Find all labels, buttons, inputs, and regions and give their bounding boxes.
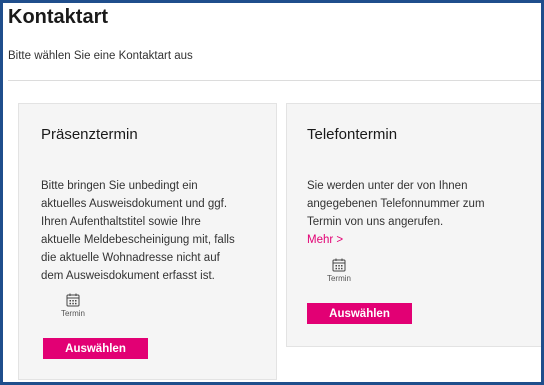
divider xyxy=(8,80,541,81)
card-title: Telefontermin xyxy=(307,126,398,143)
card-title: Präsenztermin xyxy=(41,126,138,143)
description-line: dem Ausweisdokument erfasst ist. xyxy=(41,270,215,282)
calendar-icon xyxy=(66,293,80,307)
description-line: aktuelle Meldebescheinigung mit, falls xyxy=(41,234,235,246)
page-title: Kontaktart xyxy=(8,6,109,28)
page-subtitle: Bitte wählen Sie eine Kontaktart aus xyxy=(8,50,193,62)
description-line: Sie werden unter der von Ihnen xyxy=(307,180,468,192)
description-line: angegebenen Telefonnummer zum xyxy=(307,198,485,210)
description-line: Ihren Aufenthaltstitel sowie Ihre xyxy=(41,216,201,228)
card-presence-appointment[interactable]: Präsenztermin Bitte bringen Sie unbeding… xyxy=(18,103,277,380)
calendar-icon xyxy=(332,258,346,272)
card-description: Bitte bringen Sie unbedingt ein aktuelle… xyxy=(41,177,235,285)
description-line: die aktuelle Wohnadresse nicht auf xyxy=(41,252,220,264)
termin-indicator: Termin xyxy=(319,258,359,283)
termin-label: Termin xyxy=(60,309,85,318)
card-description: Sie werden unter der von Ihnen angegeben… xyxy=(307,177,485,231)
contact-type-panel: Kontaktart Bitte wählen Sie eine Kontakt… xyxy=(0,0,544,385)
more-link[interactable]: Mehr > xyxy=(307,234,343,246)
card-phone-appointment[interactable]: Telefontermin Sie werden unter der von I… xyxy=(286,103,541,347)
select-phone-button[interactable]: Auswählen xyxy=(307,303,412,324)
select-presence-button[interactable]: Auswählen xyxy=(43,338,148,359)
termin-label: Termin xyxy=(326,274,351,283)
description-line: Termin von uns angerufen. xyxy=(307,216,444,228)
termin-indicator: Termin xyxy=(53,293,93,318)
description-line: aktuelles Ausweisdokument und ggf. xyxy=(41,198,228,210)
description-line: Bitte bringen Sie unbedingt ein xyxy=(41,180,198,192)
